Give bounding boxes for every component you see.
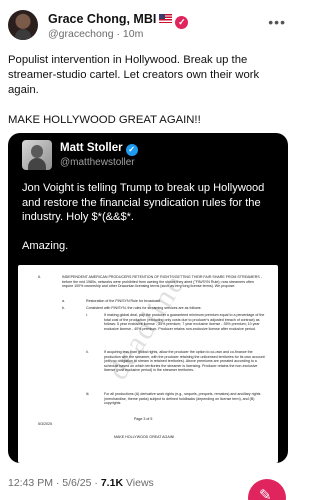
document-date: 5/3/2025 bbox=[38, 422, 52, 426]
quoted-author-handle[interactable]: @matthewstoller bbox=[60, 157, 135, 168]
compose-button[interactable]: ✎ bbox=[248, 479, 286, 500]
quoted-paragraph: Amazing. bbox=[22, 240, 69, 252]
item-label: iii. bbox=[86, 392, 90, 396]
post-text: Populist intervention in Hollywood. Brea… bbox=[8, 53, 290, 128]
item-label: i. bbox=[86, 313, 88, 317]
us-flag-icon bbox=[159, 14, 173, 23]
post-time[interactable]: 12:43 PM bbox=[8, 477, 53, 489]
post-age: 10m bbox=[122, 28, 144, 40]
author-name-row[interactable]: Grace Chong, MBI ✓ bbox=[48, 12, 189, 29]
quoted-text: Jon Voight is telling Trump to break up … bbox=[22, 181, 278, 254]
post-date[interactable]: 5/6/25 bbox=[62, 477, 91, 489]
attached-document-image[interactable]: 6. INDEPENDENT AMERICAN PRODUCERS RETENT… bbox=[18, 265, 278, 463]
document-footer: MAKE HOLLYWOOD GREAT AGAIN! bbox=[114, 435, 175, 439]
section-number: 6. bbox=[38, 275, 41, 279]
view-count: 7.1K bbox=[100, 477, 124, 489]
document-page: 6. INDEPENDENT AMERICAN PRODUCERS RETENT… bbox=[18, 265, 278, 463]
author-handle-row: @gracechong · 10m bbox=[48, 28, 143, 40]
post-meta: 12:43 PM · 5/6/25 · 7.1K Views bbox=[8, 477, 154, 489]
author-name[interactable]: Grace Chong, MBI bbox=[48, 12, 156, 26]
post-paragraph: MAKE HOLLYWOOD GREAT AGAIN!! bbox=[8, 114, 201, 126]
quoted-author-name[interactable]: Matt Stoller bbox=[60, 142, 123, 154]
quoted-name-row[interactable]: Matt Stoller ✓ bbox=[60, 142, 138, 156]
post-header: Grace Chong, MBI ✓ @gracechong · 10m ••• bbox=[8, 10, 288, 40]
post-paragraph: Populist intervention in Hollywood. Brea… bbox=[8, 54, 260, 96]
quoted-paragraph: Jon Voight is telling Trump to break up … bbox=[22, 182, 265, 223]
item-label: b. bbox=[62, 306, 65, 310]
compose-icon: ✎ bbox=[259, 487, 272, 500]
author-handle[interactable]: @gracechong bbox=[48, 28, 114, 40]
verified-badge-icon: ✓ bbox=[175, 16, 189, 29]
item-text: For all productions (A) derivative work … bbox=[104, 392, 261, 406]
page-number: Page 3 of 5 bbox=[134, 417, 153, 421]
more-options-icon[interactable]: ••• bbox=[268, 14, 286, 30]
item-label: a. bbox=[62, 299, 65, 303]
item-label: ii. bbox=[86, 350, 89, 354]
quoted-post[interactable]: Matt Stoller ✓ @matthewstoller Jon Voight… bbox=[8, 133, 288, 463]
quoted-avatar[interactable] bbox=[22, 140, 52, 170]
post: Grace Chong, MBI ✓ @gracechong · 10m ••• … bbox=[0, 0, 296, 500]
verified-badge-icon: ✓ bbox=[125, 144, 138, 156]
views-label: Views bbox=[125, 477, 154, 489]
avatar[interactable] bbox=[8, 10, 38, 40]
